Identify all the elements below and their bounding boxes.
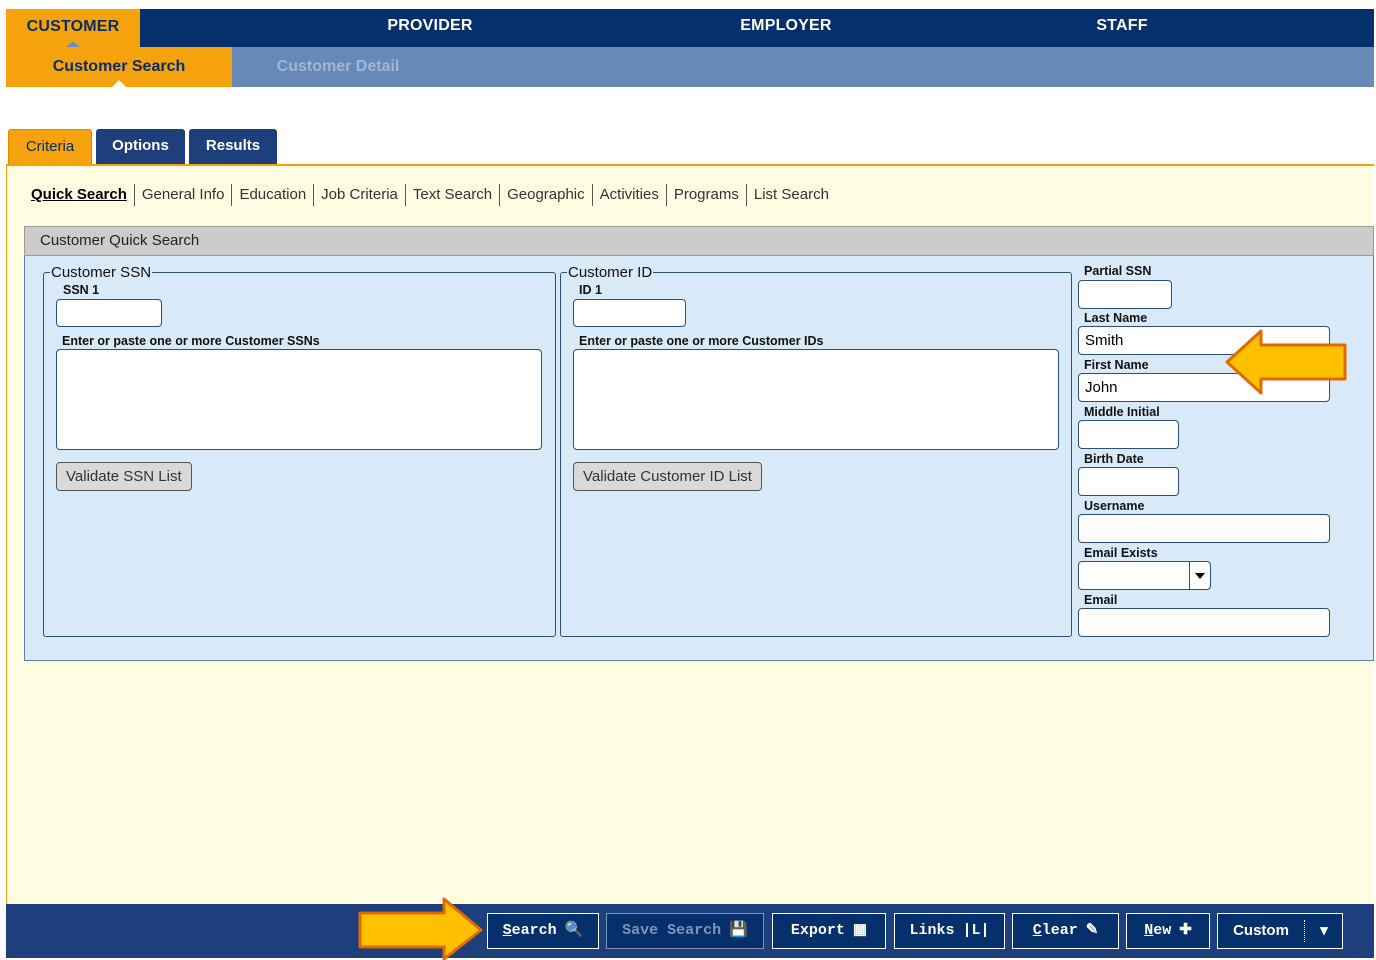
ssn-list-label: Enter or paste one or more Customer SSNs	[62, 334, 320, 348]
middle-initial-input[interactable]	[1078, 420, 1179, 449]
link-general-info[interactable]: General Info	[135, 184, 233, 206]
search-icon: 🔍	[564, 922, 584, 939]
quick-search-header: Customer Quick Search	[24, 226, 1374, 256]
nav-employer-label: EMPLOYER	[740, 17, 832, 34]
search-button[interactable]: Search 🔍	[487, 913, 599, 949]
link-activities[interactable]: Activities	[593, 184, 667, 206]
ssn1-input[interactable]	[56, 299, 162, 327]
save-search-button-label: Save Search	[622, 922, 722, 939]
new-button-hotkey: N	[1144, 922, 1154, 939]
quick-search-title: Customer Quick Search	[40, 232, 200, 249]
username-label: Username	[1084, 499, 1145, 513]
validate-customer-id-list-button[interactable]: Validate Customer ID List	[573, 462, 762, 491]
link-text-search[interactable]: Text Search	[406, 184, 501, 206]
last-name-label: Last Name	[1084, 311, 1148, 325]
new-button[interactable]: New ✚	[1126, 913, 1210, 949]
tab-criteria[interactable]: Criteria	[8, 129, 92, 165]
links-button[interactable]: Links |L|	[894, 913, 1005, 949]
tab-options[interactable]: Options	[96, 129, 185, 165]
link-job-criteria[interactable]: Job Criteria	[314, 184, 406, 206]
link-education[interactable]: Education	[232, 184, 315, 206]
custom-button-divider	[1304, 920, 1305, 942]
customer-id-legend: Customer ID	[568, 264, 653, 281]
links-button-label: Links	[909, 922, 955, 939]
validate-ssn-list-button[interactable]: Validate SSN List	[56, 462, 192, 491]
caret-down-icon[interactable]: ▾	[1306, 914, 1342, 948]
birth-date-label: Birth Date	[1084, 452, 1144, 466]
nav-provider[interactable]: PROVIDER	[320, 9, 540, 47]
email-exists-select[interactable]	[1078, 561, 1211, 590]
top-nav: CUSTOMER PROVIDER EMPLOYER STAFF	[6, 9, 1374, 47]
email-input[interactable]	[1078, 608, 1330, 637]
subnav-customer-detail-label: Customer Detail	[276, 58, 400, 75]
link-quick-search[interactable]: Quick Search	[24, 184, 135, 206]
id1-input[interactable]	[573, 299, 686, 327]
link-programs[interactable]: Programs	[667, 184, 747, 206]
links-icon: |L|	[962, 922, 990, 939]
search-type-links: Quick Search General Info Education Job Cri…	[24, 184, 836, 208]
username-input[interactable]	[1078, 514, 1330, 543]
search-button-label: earch	[511, 922, 557, 939]
floppy-disk-icon: 💾	[729, 922, 748, 939]
ssn1-label: SSN 1	[63, 283, 100, 297]
nav-customer-label: CUSTOMER	[26, 18, 120, 35]
birth-date-input[interactable]	[1078, 467, 1179, 496]
clear-button[interactable]: Clear ✎	[1012, 913, 1119, 949]
id-list-textarea[interactable]	[573, 349, 1059, 450]
plus-icon: ✚	[1179, 922, 1192, 939]
nav-provider-label: PROVIDER	[387, 17, 473, 34]
id-list-label: Enter or paste one or more Customer IDs	[579, 334, 824, 348]
chevron-down-icon[interactable]	[1189, 562, 1210, 589]
link-geographic[interactable]: Geographic	[500, 184, 593, 206]
subnav-customer-search[interactable]: Customer Search	[6, 47, 232, 87]
id1-label: ID 1	[579, 283, 602, 297]
subnav-customer-search-label: Customer Search	[52, 58, 186, 75]
tab-options-label: Options	[112, 137, 169, 154]
middle-initial-label: Middle Initial	[1084, 405, 1160, 419]
quick-search-body: Customer SSN SSN 1 Enter or paste one or…	[24, 256, 1374, 661]
nav-customer[interactable]: CUSTOMER	[6, 9, 140, 47]
partial-ssn-label: Partial SSN	[1084, 264, 1152, 278]
clear-button-label: lear	[1041, 922, 1078, 939]
customer-ssn-legend: Customer SSN	[51, 264, 152, 281]
email-exists-label: Email Exists	[1084, 546, 1158, 560]
clear-button-hotkey: C	[1032, 922, 1042, 939]
new-button-label: ew	[1153, 922, 1172, 939]
export-button-label: Export	[790, 922, 845, 939]
search-button-hotkey: S	[502, 922, 512, 939]
eraser-icon: ✎	[1085, 922, 1099, 939]
partial-ssn-input[interactable]	[1078, 280, 1172, 309]
ssn-list-textarea[interactable]	[56, 349, 542, 450]
save-search-button[interactable]: Save Search 💾	[606, 913, 764, 949]
email-label: Email	[1084, 593, 1118, 607]
tab-results[interactable]: Results	[189, 129, 277, 165]
custom-button[interactable]: Custom ▾	[1217, 913, 1343, 949]
first-name-label: First Name	[1084, 358, 1149, 372]
subnav-customer-detail[interactable]: Customer Detail	[250, 47, 426, 87]
nav-employer[interactable]: EMPLOYER	[676, 9, 896, 47]
export-button[interactable]: Export ▦	[772, 913, 886, 949]
tab-criteria-label: Criteria	[25, 138, 75, 155]
tab-results-label: Results	[205, 137, 261, 154]
callout-arrow-left-icon	[1225, 329, 1347, 395]
sub-nav: Customer Search Customer Detail	[6, 47, 1374, 87]
active-caret-icon	[112, 80, 126, 87]
callout-arrow-right-icon	[358, 897, 483, 960]
nav-staff-label: STAFF	[1096, 17, 1148, 34]
table-grid-icon: ▦	[852, 922, 868, 939]
nav-staff[interactable]: STAFF	[1012, 9, 1232, 47]
link-list-search[interactable]: List Search	[747, 184, 836, 206]
custom-button-label: Custom	[1233, 922, 1289, 939]
